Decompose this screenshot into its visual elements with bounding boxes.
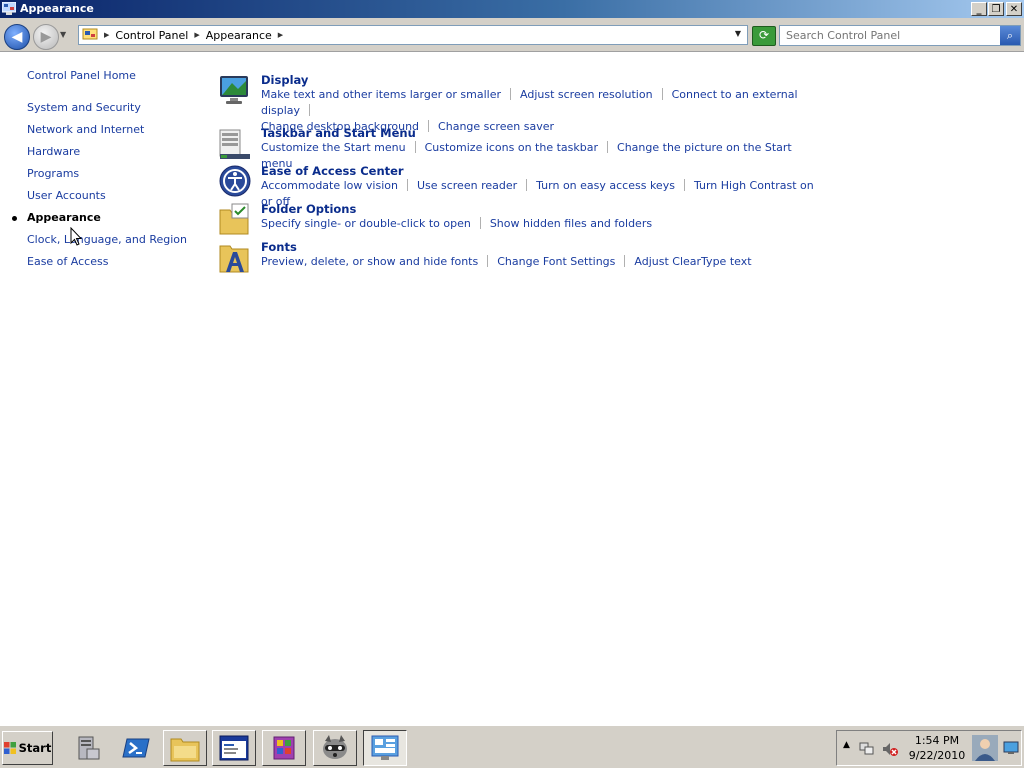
address-bar[interactable]: ▶ Control Panel ▶ Appearance ▶ ▼ bbox=[78, 25, 748, 45]
back-button[interactable]: ◀ bbox=[4, 24, 30, 50]
fonts-link-cleartype[interactable]: Adjust ClearType text bbox=[634, 255, 751, 268]
taskbar-icon bbox=[219, 129, 250, 159]
display-link-text-size[interactable]: Make text and other items larger or smal… bbox=[261, 88, 501, 101]
divider bbox=[624, 255, 626, 267]
clock-date: 9/22/2010 bbox=[908, 749, 966, 762]
breadcrumb-separator-icon[interactable]: ▶ bbox=[194, 31, 199, 39]
ease-link-screen-reader[interactable]: Use screen reader bbox=[417, 179, 517, 192]
ease-title-link[interactable]: Ease of Access Center bbox=[261, 164, 818, 178]
taskbar-raccoon-app[interactable] bbox=[313, 730, 357, 766]
divider bbox=[406, 179, 408, 191]
divider bbox=[510, 88, 511, 100]
folder-link-hidden-files[interactable]: Show hidden files and folders bbox=[490, 217, 652, 230]
show-desktop-icon[interactable] bbox=[1003, 741, 1019, 755]
divider bbox=[414, 141, 416, 153]
close-button[interactable]: ✕ bbox=[1006, 2, 1022, 16]
taskbar-control-panel[interactable] bbox=[363, 730, 407, 766]
control-panel-icon bbox=[371, 735, 399, 760]
start-button[interactable]: Start bbox=[2, 731, 53, 765]
control-panel-home-link[interactable]: Control Panel Home bbox=[27, 69, 207, 91]
taskbar-installer[interactable] bbox=[262, 730, 306, 766]
nav-system-and-security[interactable]: System and Security bbox=[27, 101, 207, 123]
nav-hardware[interactable]: Hardware bbox=[27, 145, 207, 167]
fonts-link-font-settings[interactable]: Change Font Settings bbox=[497, 255, 615, 268]
fonts-icon bbox=[219, 245, 249, 273]
network-icon[interactable] bbox=[859, 741, 875, 757]
display-icon bbox=[220, 76, 248, 104]
divider bbox=[607, 141, 609, 153]
folder-options-icon bbox=[219, 203, 249, 235]
ease-link-access-keys[interactable]: Turn on easy access keys bbox=[536, 179, 675, 192]
nav-user-accounts[interactable]: User Accounts bbox=[27, 189, 207, 211]
window-title: Appearance bbox=[20, 2, 94, 15]
taskbar-window-app[interactable] bbox=[212, 730, 256, 766]
display-title-link[interactable]: Display bbox=[261, 73, 818, 87]
volume-muted-icon[interactable] bbox=[881, 741, 899, 757]
application-window-icon bbox=[219, 735, 249, 761]
left-nav: Control Panel Home System and Security N… bbox=[12, 69, 207, 277]
taskbar-link-icons[interactable]: Customize icons on the taskbar bbox=[425, 141, 598, 154]
installer-icon bbox=[273, 736, 295, 760]
minimize-button[interactable]: _ bbox=[971, 2, 987, 16]
divider bbox=[479, 217, 481, 229]
navigation-bar: ◀ ▶ ▼ ▶ Control Panel ▶ Appearance ▶ ▼ ⟳… bbox=[0, 18, 1024, 52]
divider bbox=[661, 88, 663, 100]
taskbar-powershell[interactable] bbox=[114, 730, 158, 766]
address-dropdown-icon[interactable]: ▼ bbox=[735, 29, 741, 38]
windows-logo-icon bbox=[3, 742, 16, 754]
divider bbox=[526, 179, 528, 191]
folder-link-click-to-open[interactable]: Specify single- or double-click to open bbox=[261, 217, 471, 230]
breadcrumb-separator-icon[interactable]: ▶ bbox=[278, 31, 283, 39]
taskbar: Start ▲ 1:54 PM 9/22/2010 bbox=[0, 725, 1024, 768]
taskbar-server-manager[interactable] bbox=[66, 730, 110, 766]
fonts-link-preview[interactable]: Preview, delete, or show and hide fonts bbox=[261, 255, 478, 268]
raccoon-icon bbox=[323, 735, 347, 759]
nav-ease-of-access[interactable]: Ease of Access bbox=[27, 255, 207, 277]
forward-button[interactable]: ▶ bbox=[33, 24, 59, 50]
restore-button[interactable]: ❐ bbox=[988, 2, 1004, 16]
mouse-pointer-icon bbox=[70, 227, 82, 246]
divider bbox=[487, 255, 489, 267]
folder-title-link[interactable]: Folder Options bbox=[261, 202, 652, 216]
show-hidden-icons-icon[interactable]: ▲ bbox=[843, 740, 850, 750]
taskbar-explorer[interactable] bbox=[163, 730, 207, 766]
taskbar-title-link[interactable]: Taskbar and Start Menu bbox=[261, 126, 818, 140]
control-panel-icon bbox=[2, 2, 16, 15]
nav-network-and-internet[interactable]: Network and Internet bbox=[27, 123, 207, 145]
refresh-button[interactable]: ⟳ bbox=[752, 26, 776, 46]
server-manager-icon bbox=[78, 736, 100, 760]
system-clock[interactable]: 1:54 PM 9/22/2010 bbox=[907, 733, 967, 763]
search-input[interactable] bbox=[780, 26, 1006, 45]
divider bbox=[683, 179, 685, 191]
search-icon[interactable]: ⌕ bbox=[1000, 26, 1020, 45]
recent-pages-dropdown[interactable]: ▼ bbox=[60, 30, 66, 39]
search-box[interactable]: ⌕ bbox=[779, 25, 1021, 46]
title-bar: Appearance _ ❐ ✕ bbox=[0, 0, 1024, 18]
taskbar-link-start-menu[interactable]: Customize the Start menu bbox=[261, 141, 406, 154]
clock-time: 1:54 PM bbox=[914, 734, 960, 747]
breadcrumb-separator-icon[interactable]: ▶ bbox=[104, 31, 109, 39]
ease-link-low-vision[interactable]: Accommodate low vision bbox=[261, 179, 398, 192]
powershell-icon bbox=[122, 738, 150, 758]
display-link-resolution[interactable]: Adjust screen resolution bbox=[520, 88, 653, 101]
ease-of-access-icon bbox=[219, 165, 251, 197]
start-label: Start bbox=[18, 741, 52, 755]
breadcrumb-control-panel[interactable]: Control Panel bbox=[115, 29, 188, 42]
control-panel-icon bbox=[82, 28, 98, 40]
nav-programs[interactable]: Programs bbox=[27, 167, 207, 189]
breadcrumb-appearance[interactable]: Appearance bbox=[206, 29, 272, 42]
user-avatar-icon[interactable] bbox=[972, 735, 998, 761]
system-tray: ▲ 1:54 PM 9/22/2010 bbox=[836, 730, 1022, 766]
folder-icon bbox=[170, 738, 200, 762]
divider bbox=[309, 104, 311, 116]
fonts-title-link[interactable]: Fonts bbox=[261, 240, 752, 254]
nav-clock-language-region[interactable]: Clock, Language, and Region bbox=[27, 233, 207, 255]
nav-appearance[interactable]: Appearance bbox=[12, 211, 207, 233]
